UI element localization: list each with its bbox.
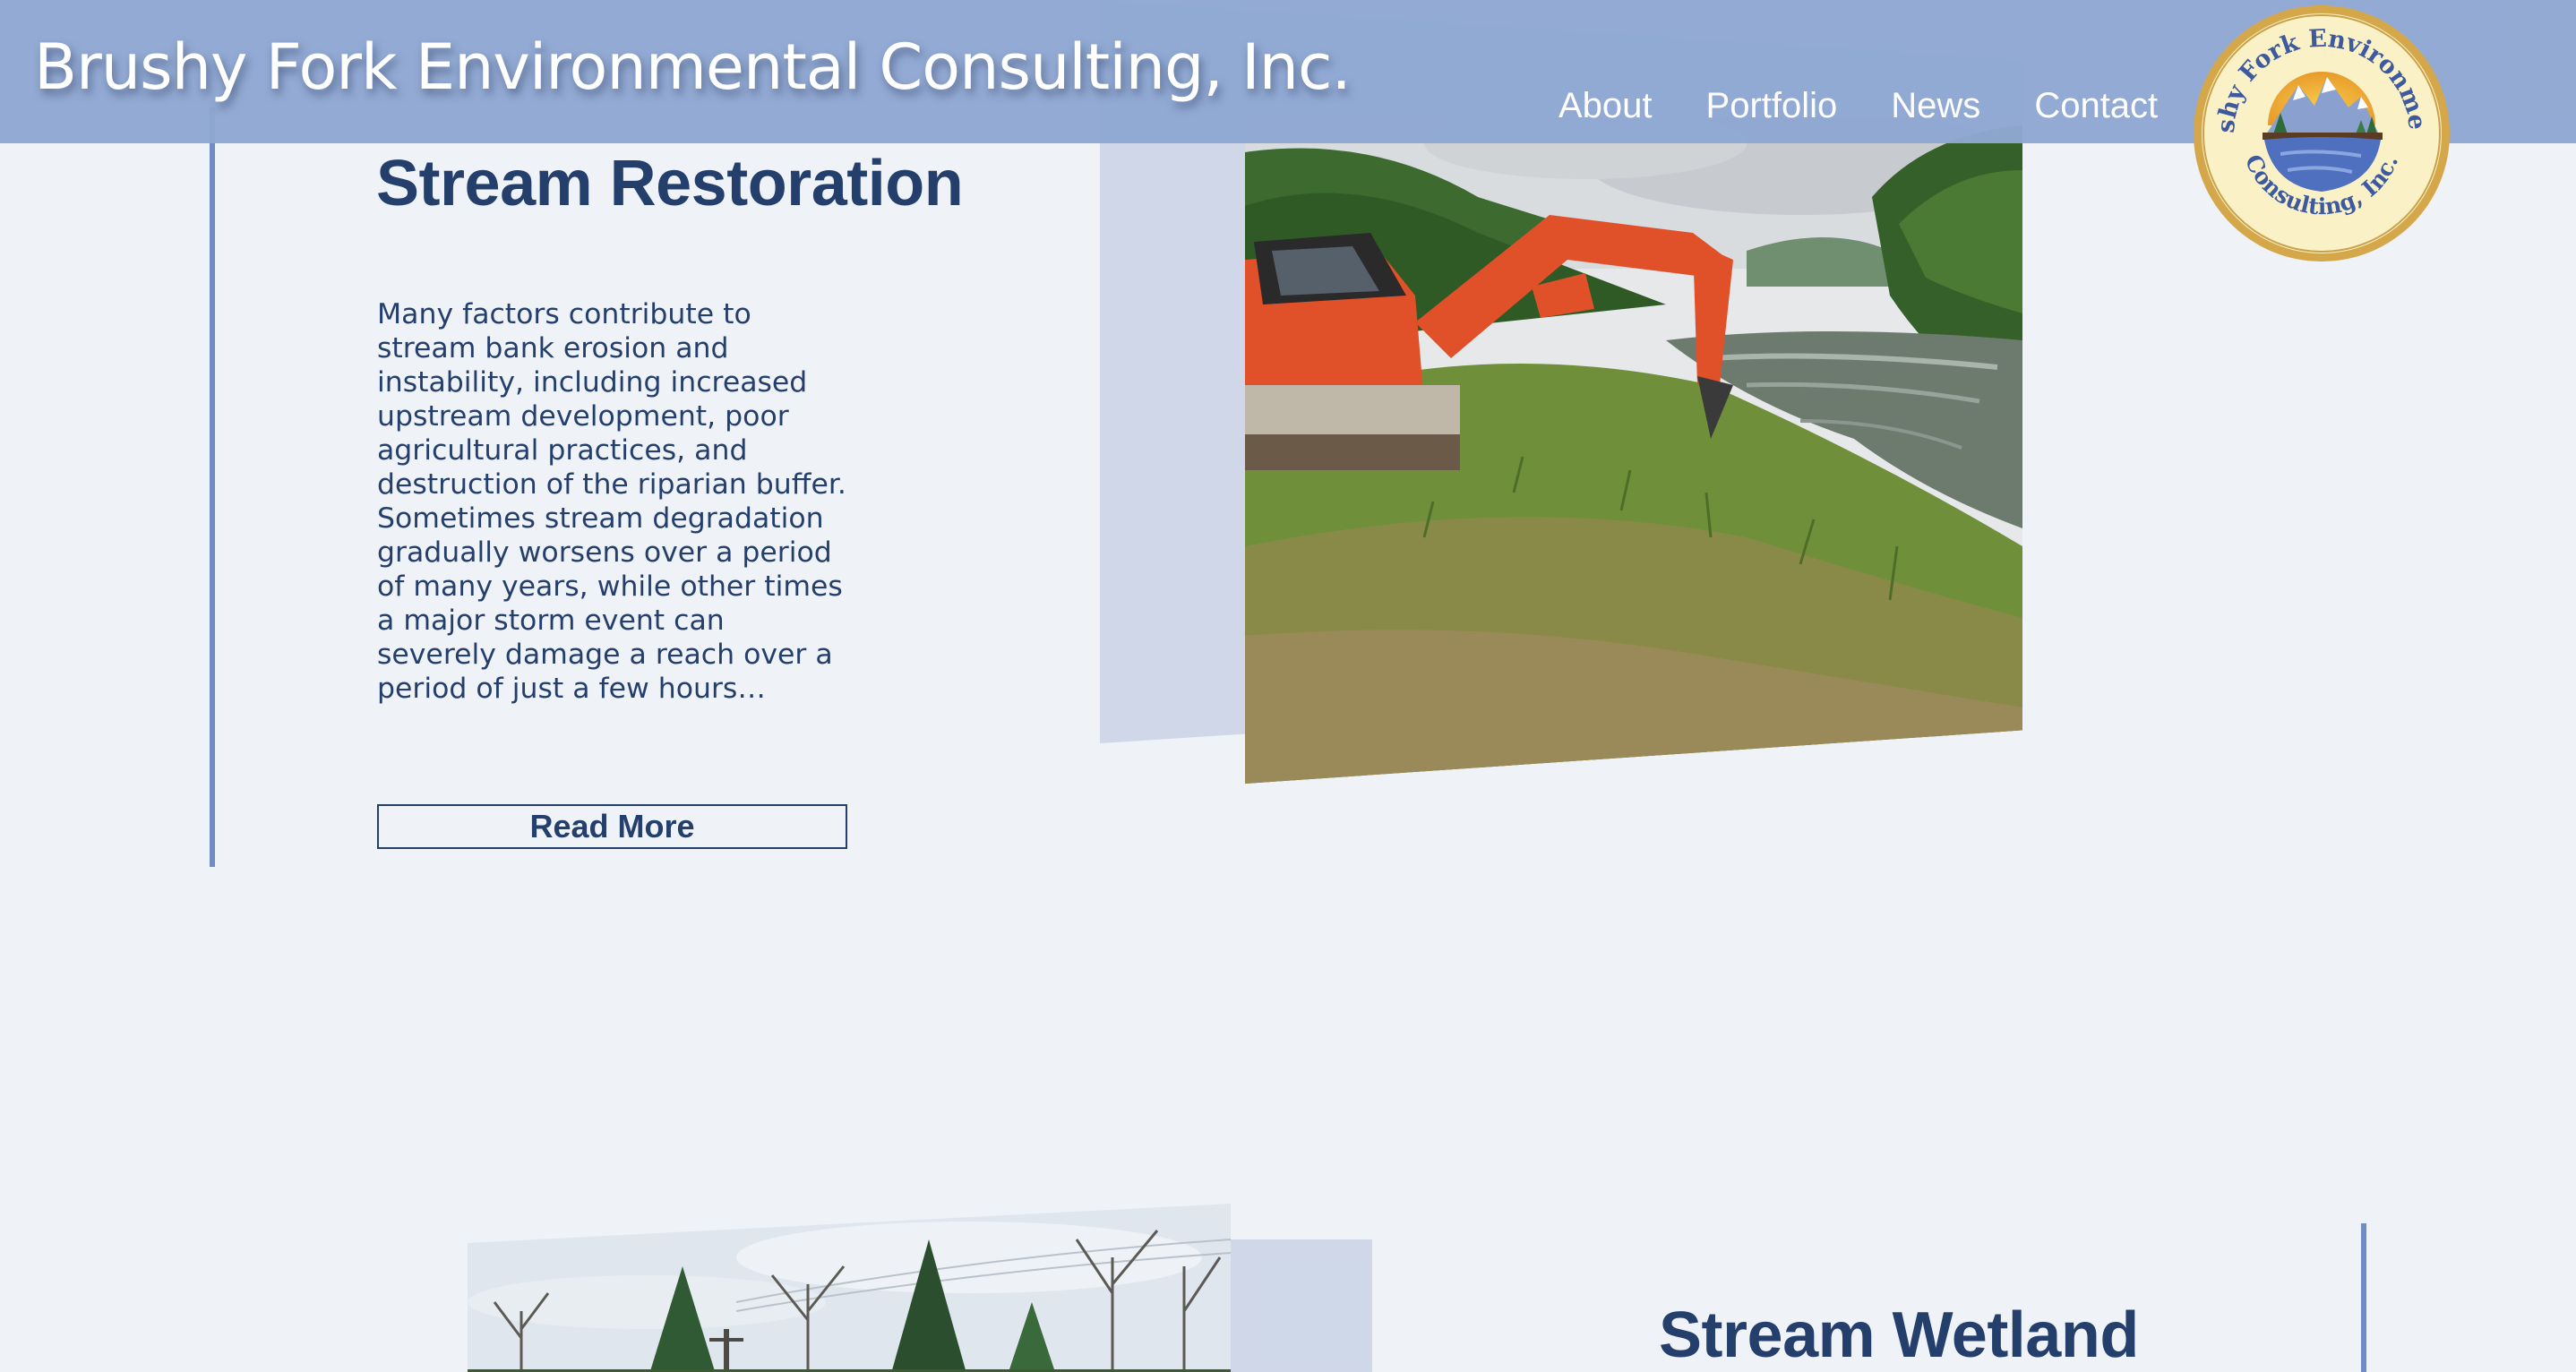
section-body-text: Many factors contribute to stream bank e…: [377, 298, 846, 705]
logo-seal-icon: Brushy Fork Environmental Consulting, In…: [2181, 0, 2450, 262]
section-title-stream-restoration: Stream Restoration: [376, 148, 964, 219]
excavator-riverbank-photo: [1245, 116, 2022, 784]
site-header: Brushy Fork Environmental Consulting, In…: [0, 0, 2576, 143]
accent-divider-line: [210, 107, 215, 867]
section-title-stream-wetland: Stream Wetland: [1659, 1299, 2139, 1371]
nav-contact[interactable]: Contact: [2034, 86, 2158, 126]
trees-sky-photo: [468, 1204, 1231, 1372]
company-logo[interactable]: Brushy Fork Environmental Consulting, In…: [2181, 0, 2452, 267]
decorative-panel: [1227, 1239, 1372, 1372]
site-title[interactable]: Brushy Fork Environmental Consulting, In…: [34, 30, 1352, 104]
main-nav: About Portfolio News Contact: [1558, 86, 2158, 126]
read-more-button[interactable]: Read More: [377, 804, 847, 849]
nav-about[interactable]: About: [1558, 86, 1653, 126]
accent-divider-line: [2361, 1223, 2366, 1372]
nav-news[interactable]: News: [1891, 86, 1980, 126]
nav-portfolio[interactable]: Portfolio: [1706, 86, 1838, 126]
